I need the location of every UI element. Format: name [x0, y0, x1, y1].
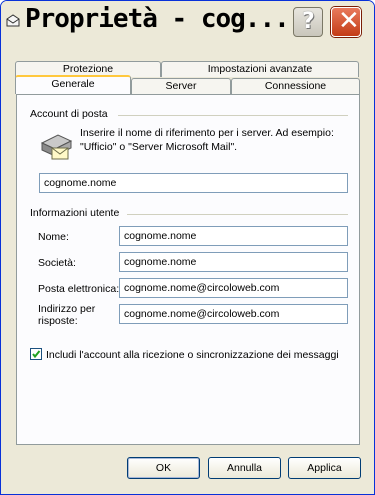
- email-label: Posta elettronica:: [38, 283, 120, 295]
- group-divider: [118, 115, 348, 116]
- help-button[interactable]: ?: [293, 7, 323, 37]
- account-name-input[interactable]: cognome.nome: [39, 173, 348, 193]
- email-input[interactable]: cognome.nome@circoloweb.com: [119, 278, 348, 298]
- window-title: Proprietà - cog...: [25, 4, 290, 34]
- name-label: Nome:: [38, 231, 69, 243]
- group-divider: [127, 214, 348, 215]
- tab-server[interactable]: Server: [131, 78, 231, 94]
- tab-connessione[interactable]: Connessione: [231, 78, 360, 94]
- user-info-group-label: Informazioni utente: [30, 207, 120, 219]
- reply-address-label-line1: Indirizzo per: [38, 303, 96, 315]
- mail-account-icon: [6, 14, 20, 27]
- tab-generale[interactable]: Generale: [15, 75, 131, 94]
- close-icon: ✕: [338, 6, 360, 36]
- mail-account-group-label: Account di posta: [30, 108, 108, 120]
- name-input[interactable]: cognome.nome: [119, 226, 348, 246]
- close-button[interactable]: ✕: [331, 6, 361, 37]
- title-bar[interactable]: Proprietà - cog... ? ✕: [1, 1, 374, 37]
- company-label: Società:: [38, 257, 76, 269]
- reply-address-label-line2: risposte:: [38, 315, 78, 327]
- help-icon: ?: [302, 9, 315, 34]
- reply-address-input[interactable]: cognome.nome@circoloweb.com: [119, 304, 348, 324]
- company-input[interactable]: cognome.nome: [119, 252, 348, 272]
- apply-button[interactable]: Applica: [288, 457, 361, 479]
- tab-impostazioni-avanzate[interactable]: Impostazioni avanzate: [161, 61, 359, 77]
- checkmark-icon: [32, 350, 41, 359]
- server-mail-icon: [40, 134, 73, 160]
- include-account-label[interactable]: Includi l'account alla ricezione o sincr…: [46, 349, 339, 361]
- ok-button[interactable]: OK: [127, 457, 200, 479]
- include-account-checkbox[interactable]: [30, 348, 42, 360]
- cancel-button[interactable]: Annulla: [208, 457, 281, 479]
- mail-account-description: Inserire il nome di riferimento per i se…: [80, 127, 334, 153]
- properties-dialog: Proprietà - cog... ? ✕ Protezione Impost…: [0, 0, 375, 495]
- reply-address-label: Indirizzo per risposte:: [38, 303, 95, 327]
